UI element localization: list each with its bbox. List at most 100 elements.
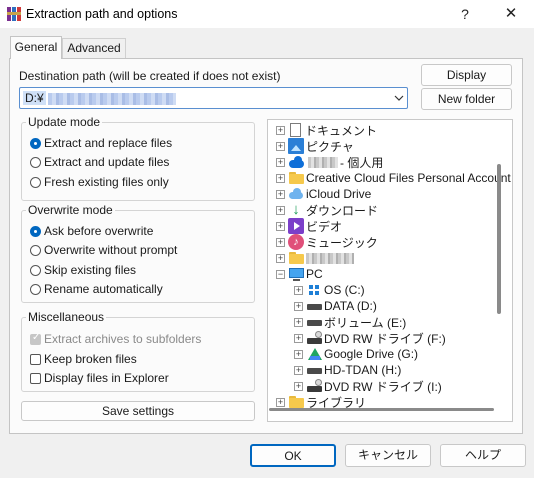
pc-icon [288,266,304,282]
tree-item-label: DVD RW ドライブ (I:) [324,379,442,394]
tree-item-downloads[interactable]: + ↓ ダウンロード [276,202,378,218]
winrar-app-icon [7,7,21,21]
expand-icon[interactable]: + [276,189,285,199]
tree-item-drive-i[interactable]: + DVD RW ドライブ (I:) [294,378,442,394]
radio-fresh-existing[interactable]: Fresh existing files only [30,174,169,190]
option-label: Skip existing files [44,263,137,277]
tree-item-music[interactable]: + ♪ ミュージック [276,234,378,250]
tree-item-label: Google Drive (G:) [324,347,419,361]
horizontal-scrollbar[interactable] [269,408,494,411]
expand-icon[interactable]: + [276,157,285,167]
redacted-path [47,92,176,105]
radio-skip-existing[interactable]: Skip existing files [30,262,136,278]
expand-icon[interactable]: + [294,349,303,359]
new-folder-button[interactable]: New folder [421,88,512,110]
tree-item-drive-c[interactable]: + OS (C:) [294,282,365,298]
tree-item-documents[interactable]: + ドキュメント [276,122,377,138]
display-button[interactable]: Display [421,64,512,86]
expand-icon[interactable]: + [276,221,285,231]
radio-extract-update[interactable]: Extract and update files [30,154,169,170]
tree-item-icloud-drive[interactable]: + iCloud Drive [276,186,371,202]
close-button[interactable]: ✕ [488,0,534,28]
option-label: Overwrite without prompt [44,243,178,257]
redacted-name [306,252,354,264]
tree-item-creative-cloud[interactable]: + Creative Cloud Files Personal Account [276,170,511,186]
video-icon [288,218,304,234]
expand-icon[interactable]: + [276,253,285,263]
radio-button[interactable] [30,137,41,149]
tree-item-label: ビデオ [306,219,343,234]
expand-icon[interactable]: + [294,333,303,343]
ok-button[interactable]: OK [250,444,336,467]
radio-button[interactable] [30,283,41,295]
tree-item-label: ボリューム (E:) [324,315,407,330]
expand-icon[interactable]: + [276,205,285,215]
radio-extract-replace[interactable]: Extract and replace files [30,135,172,151]
destination-path-label: Destination path (will be created if doe… [19,69,281,83]
chevron-down-icon[interactable] [392,91,406,105]
radio-button[interactable] [30,264,41,276]
collapse-icon[interactable]: − [276,269,285,279]
redacted-name [308,156,338,168]
download-icon: ↓ [292,201,300,218]
checkbox-display-in-explorer[interactable]: Display files in Explorer [30,370,169,386]
tree-item-label: OS (C:) [324,283,365,297]
tree-item-pictures[interactable]: + ピクチャ [276,138,354,154]
window-title: Extraction path and options [26,7,178,21]
option-label: Keep broken files [44,352,137,366]
tree-item-videos[interactable]: + ビデオ [276,218,342,234]
expand-icon[interactable]: + [276,237,285,247]
tree-item-pc[interactable]: − PC [276,266,323,282]
destination-path-value[interactable]: D:¥ [23,91,176,105]
folder-tree[interactable]: + ドキュメント + ピクチャ + - 個人用 + Creative Cloud Fil… [267,119,513,422]
checkbox[interactable] [30,353,41,365]
expand-icon[interactable]: + [294,317,303,327]
expand-icon[interactable]: + [276,397,285,407]
tree-item-label: HD-TDAN (H:) [324,363,402,377]
tree-item-onedrive[interactable]: + - 個人用 [276,154,383,170]
option-label: Extract archives to subfolders [44,332,202,346]
expand-icon[interactable]: + [276,141,285,151]
expand-icon[interactable]: + [276,173,285,183]
checkbox-extract-to-subfolders[interactable]: Extract archives to subfolders [30,331,201,347]
expand-icon[interactable]: + [276,125,285,135]
radio-button[interactable] [30,176,41,188]
radio-overwrite-without-prompt[interactable]: Overwrite without prompt [30,242,177,258]
tree-item-drive-e[interactable]: + ボリューム (E:) [294,314,406,330]
cancel-button[interactable]: キャンセル [345,444,431,467]
dvd-icon [306,378,322,394]
tab-general[interactable]: General [10,36,62,59]
vertical-scrollbar[interactable] [497,164,501,314]
tree-item-label: ドキュメント [305,123,378,138]
radio-button[interactable] [30,156,41,168]
tree-item-label: Creative Cloud Files Personal Account [306,171,511,185]
tree-item-label: - 個人用 [340,155,384,170]
tree-item-redacted-folder[interactable]: + [276,250,356,266]
tree-item-label: ダウンロード [306,203,379,218]
option-label: Ask before overwrite [44,224,154,238]
tree-item-drive-h[interactable]: + HD-TDAN (H:) [294,362,401,378]
help-title-button[interactable]: ? [442,0,488,28]
expand-icon[interactable]: + [294,381,303,391]
windows-drive-icon [306,282,322,298]
tree-item-drive-d[interactable]: + DATA (D:) [294,298,377,314]
tree-item-drive-f[interactable]: + DVD RW ドライブ (F:) [294,330,446,346]
help-button[interactable]: ヘルプ [440,444,526,467]
folder-icon [288,170,304,186]
tree-item-drive-g[interactable]: + Google Drive (G:) [294,346,418,362]
expand-icon[interactable]: + [294,301,303,311]
checkbox-keep-broken-files[interactable]: Keep broken files [30,351,137,367]
destination-path-combo[interactable]: D:¥ [19,87,408,109]
radio-button[interactable] [30,225,41,237]
google-drive-icon [306,346,322,362]
radio-button[interactable] [30,244,41,256]
expand-icon[interactable]: + [294,365,303,375]
tab-advanced[interactable]: Advanced [62,38,126,58]
checkbox[interactable] [30,332,41,345]
save-settings-button[interactable]: Save settings [21,401,255,421]
radio-ask-before-overwrite[interactable]: Ask before overwrite [30,223,153,239]
radio-rename-automatically[interactable]: Rename automatically [30,281,163,297]
checkbox[interactable] [30,372,41,384]
expand-icon[interactable]: + [294,285,303,295]
tree-item-label: ピクチャ [306,139,354,154]
